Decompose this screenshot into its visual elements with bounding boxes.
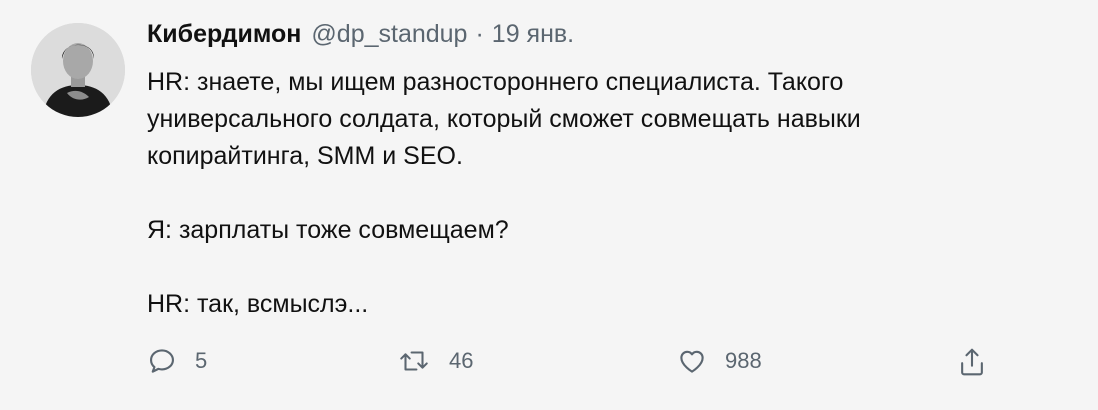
tweet-header: Кибердимон @dp_standup · 19 янв. bbox=[147, 20, 1067, 60]
separator-dot: · bbox=[475, 20, 484, 48]
reply-button[interactable]: 5 bbox=[147, 346, 207, 376]
heart-icon bbox=[680, 350, 704, 373]
reply-count: 5 bbox=[195, 348, 208, 373]
retweet-icon bbox=[400, 351, 428, 371]
tweet-actions: 5 46 988 bbox=[147, 346, 1067, 386]
tweet-text-line: универсального солдата, который сможет с… bbox=[147, 105, 861, 133]
tweet-date[interactable]: 19 янв. bbox=[492, 20, 574, 49]
tweet-text-line: HR: так, всмыслэ... bbox=[147, 290, 369, 318]
avatar-photo bbox=[31, 23, 125, 117]
share-button[interactable] bbox=[957, 346, 987, 378]
retweet-count: 46 bbox=[449, 348, 474, 373]
tweet-text-line: копирайтинга, SMM и SEO. bbox=[147, 142, 463, 170]
author-name[interactable]: Кибердимон bbox=[147, 20, 301, 49]
like-button[interactable]: 988 bbox=[677, 346, 762, 376]
reply-icon bbox=[150, 349, 174, 373]
retweet-button[interactable]: 46 bbox=[397, 346, 473, 376]
tweet-text-line: Я: зарплаты тоже совмещаем? bbox=[147, 216, 509, 244]
tweet-text-line: HR: знаете, мы ищем разностороннего спец… bbox=[147, 68, 844, 96]
avatar[interactable] bbox=[31, 23, 125, 117]
author-handle[interactable]: @dp_standup bbox=[311, 20, 467, 49]
like-count: 988 bbox=[725, 348, 762, 373]
tweet-text: HR: знаете, мы ищем разностороннего спец… bbox=[147, 64, 1067, 323]
tweet-content: Кибердимон @dp_standup · 19 янв. HR: зна… bbox=[147, 20, 1067, 376]
share-icon bbox=[961, 348, 983, 376]
tweet-card[interactable]: Кибердимон @dp_standup · 19 янв. HR: зна… bbox=[0, 0, 1098, 410]
